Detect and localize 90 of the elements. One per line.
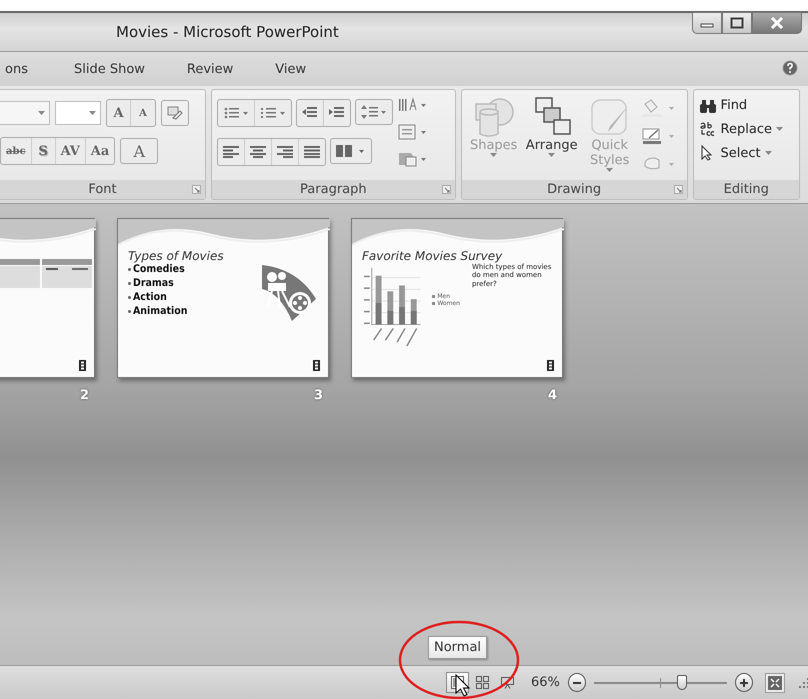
ribbon-tab[interactable]: ons — [0, 58, 41, 80]
bullet-item: Action — [133, 291, 167, 303]
columns-icon — [336, 145, 366, 157]
bullet-icon — [128, 310, 131, 312]
window-title: Movies - Microsoft PowerPoint — [116, 23, 339, 41]
minus-icon — [572, 682, 581, 684]
group-label: Font — [88, 182, 117, 197]
clear-formatting-button[interactable] — [161, 100, 189, 126]
dialog-launcher-icon[interactable] — [442, 185, 451, 194]
text-align-icon — [276, 146, 293, 158]
bullet-item: Animation — [133, 305, 188, 317]
tooltip: Normal — [428, 636, 488, 659]
dialog-launcher-icon[interactable] — [192, 185, 201, 194]
text-align-icon — [250, 146, 266, 158]
dropdown-arrow-icon — [89, 111, 96, 115]
font-format-button[interactable]: AV — [56, 138, 86, 164]
font-name-field[interactable] — [0, 101, 50, 125]
dropdown-arrow-icon — [606, 168, 614, 172]
slide-title: Types of Movies — [128, 249, 225, 263]
numbered-list-icon — [260, 106, 286, 120]
font-format-button[interactable]: abc — [1, 138, 32, 164]
bullet-icon — [128, 296, 131, 298]
minimize-button[interactable] — [692, 12, 722, 34]
ribbon-tab[interactable]: Slide Show — [60, 58, 158, 80]
zoom-in-button[interactable] — [734, 673, 753, 692]
font-size-field[interactable] — [55, 101, 101, 125]
bullet-icon — [128, 268, 131, 270]
line-spacing-icon — [360, 105, 387, 119]
legend-swatch-icon — [432, 302, 436, 305]
mouse-pointer-icon — [455, 674, 471, 698]
dropdown-arrow-icon — [490, 153, 498, 157]
slide-thumbnail[interactable]: Types of Movies Comedies Dramas Action Animation — [117, 218, 329, 378]
grow-font-button[interactable]: A — [107, 100, 131, 126]
dialog-launcher-icon[interactable] — [674, 185, 683, 194]
font-format-button[interactable]: S — [32, 138, 56, 164]
dropdown-arrow-icon — [548, 153, 556, 157]
maximize-icon — [730, 17, 744, 29]
columns-button[interactable] — [330, 138, 372, 164]
bullet-item: Dramas — [133, 277, 174, 289]
maximize-button[interactable] — [722, 12, 752, 34]
eraser-icon — [167, 106, 183, 120]
transition-icon — [79, 360, 86, 371]
bullet-list-icon — [222, 106, 249, 120]
group-label: Drawing — [547, 182, 602, 197]
slider-thumb[interactable] — [676, 674, 687, 690]
ribbon-tab[interactable]: View — [262, 58, 320, 80]
text-align-icon — [304, 146, 320, 158]
font-color-button[interactable]: A — [120, 138, 158, 164]
slide-number: 2 — [80, 388, 89, 403]
replace-button[interactable]: Replace — [698, 119, 783, 139]
transition-icon — [547, 360, 554, 371]
group-label: Editing — [724, 182, 769, 197]
slide-number: 4 — [548, 388, 557, 403]
replace-icon — [698, 121, 717, 137]
grid-icon — [476, 676, 489, 689]
line-spacing-button[interactable] — [354, 99, 393, 125]
bullet-icon — [128, 282, 131, 284]
fit-to-window-button[interactable] — [764, 672, 785, 692]
legend-swatch-icon — [432, 295, 436, 298]
shrink-font-button[interactable]: A — [131, 100, 155, 126]
ribbon-tab[interactable]: Review — [174, 58, 246, 80]
group-label: Paragraph — [300, 182, 367, 197]
text-direction-icon[interactable] — [396, 96, 427, 114]
indent-icon — [302, 106, 318, 120]
arrange-button[interactable]: Arrange — [524, 94, 579, 176]
select-button[interactable]: Select — [698, 143, 783, 163]
indent-icon — [328, 106, 345, 120]
plus-icon — [740, 678, 748, 686]
fit-window-icon — [768, 676, 782, 690]
bullet-item: Comedies — [133, 263, 185, 275]
binoculars-icon — [698, 98, 717, 112]
help-icon[interactable] — [782, 60, 798, 76]
find-button[interactable]: Find — [698, 96, 783, 115]
pencil-outline-icon[interactable] — [640, 126, 677, 146]
dropdown-arrow-icon — [38, 111, 45, 115]
text-align-icon — [222, 146, 239, 158]
projector-screen-icon — [501, 676, 514, 689]
font-format-button[interactable]: Aa — [86, 138, 114, 164]
dropdown-arrow-icon — [764, 151, 772, 155]
transition-icon — [313, 360, 320, 371]
dropdown-arrow-icon — [776, 127, 783, 131]
resize-grip-icon[interactable] — [798, 678, 808, 688]
close-icon — [769, 17, 785, 29]
slide-title: Favorite Movies Survey — [362, 249, 504, 263]
slide-number: 3 — [314, 388, 323, 403]
smartart-icon[interactable] — [396, 150, 427, 168]
align-text-icon[interactable] — [396, 123, 427, 141]
close-button[interactable] — [752, 12, 802, 34]
zoom-out-button[interactable] — [568, 673, 586, 692]
zoom-level[interactable]: 66% — [531, 675, 560, 690]
